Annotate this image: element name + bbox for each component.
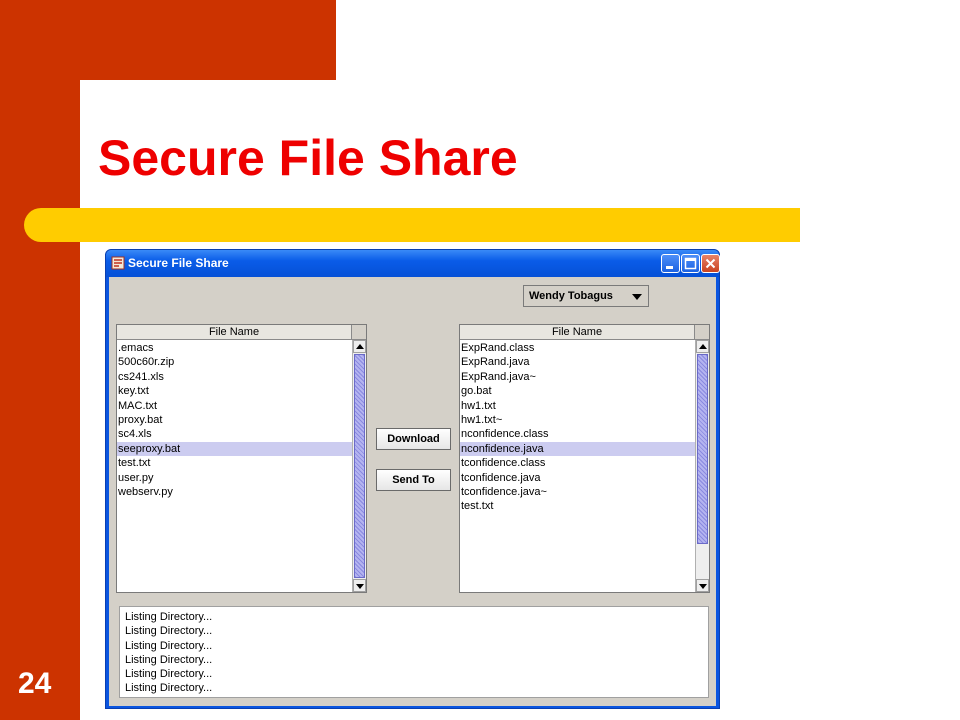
list-item[interactable]: test.txt	[460, 499, 695, 513]
slide-left-bar	[0, 0, 80, 720]
download-button[interactable]: Download	[376, 428, 451, 450]
header-corner	[352, 325, 366, 340]
log-line: Listing Directory...	[125, 625, 213, 638]
list-item[interactable]: seeproxy.bat	[117, 441, 352, 457]
scroll-down-button[interactable]	[696, 579, 709, 592]
list-item[interactable]: webserv.py	[117, 485, 352, 499]
send-to-button[interactable]: Send To	[376, 469, 451, 491]
local-file-list-header[interactable]: File Name	[117, 325, 352, 340]
header-corner	[695, 325, 709, 340]
maximize-button[interactable]	[681, 254, 700, 273]
slide-title: Secure File Share	[98, 130, 518, 186]
close-icon	[705, 258, 716, 269]
log-line: Listing Directory...	[125, 653, 213, 666]
local-file-list[interactable]: File Name .emacs 500c60r.zip cs241.xls key.…	[116, 324, 367, 593]
list-item[interactable]: hw1.txt	[460, 399, 695, 413]
slide-accent-bar	[24, 208, 800, 242]
list-item[interactable]: tconfidence.java	[460, 471, 695, 485]
slide-number: 24	[18, 667, 52, 700]
close-button[interactable]	[701, 254, 720, 273]
arrow-up-icon	[356, 344, 364, 349]
list-item[interactable]: tconfidence.java~	[460, 485, 695, 499]
remote-file-rows: ExpRand.class ExpRand.java ExpRand.java~ go…	[460, 341, 695, 514]
list-item[interactable]: hw1.txt~	[460, 413, 695, 427]
list-item[interactable]: ExpRand.class	[460, 341, 695, 355]
list-item[interactable]: nconfidence.java	[460, 441, 695, 457]
list-item[interactable]: ExpRand.java~	[460, 370, 695, 384]
minimize-icon	[666, 266, 673, 269]
local-file-scrollbar[interactable]	[352, 340, 366, 592]
list-item[interactable]: user.py	[117, 471, 352, 485]
user-select[interactable]: Wendy Tobagus	[523, 285, 649, 307]
minimize-button[interactable]	[661, 254, 680, 273]
list-item[interactable]: ExpRand.java	[460, 355, 695, 369]
list-item[interactable]: proxy.bat	[117, 413, 352, 427]
arrow-down-icon	[356, 584, 364, 589]
list-item[interactable]: tconfidence.class	[460, 456, 695, 470]
list-item[interactable]: cs241.xls	[117, 370, 352, 384]
local-file-rows: .emacs 500c60r.zip cs241.xls key.txt MAC.txt…	[117, 341, 352, 499]
chevron-down-icon	[632, 294, 642, 300]
user-select-value: Wendy Tobagus	[529, 290, 613, 302]
slide-top-bar	[0, 0, 336, 80]
remote-file-list-header[interactable]: File Name	[460, 325, 695, 340]
log-line: Listing Directory...	[125, 682, 213, 695]
remote-file-list[interactable]: File Name ExpRand.class ExpRand.java ExpRa…	[459, 324, 710, 593]
list-item[interactable]: MAC.txt	[117, 399, 352, 413]
list-item[interactable]: nconfidence.class	[460, 427, 695, 441]
scroll-down-button[interactable]	[353, 579, 366, 592]
log-line: Listing Directory...	[125, 668, 213, 681]
list-item[interactable]: .emacs	[117, 341, 352, 355]
window-titlebar[interactable]: Secure File Share	[106, 250, 720, 277]
window-title: Secure File Share	[128, 256, 229, 270]
status-log: Listing Directory... Listing Directory...…	[119, 606, 709, 698]
scroll-thumb[interactable]	[354, 354, 365, 578]
scroll-up-button[interactable]	[353, 340, 366, 353]
list-item[interactable]: key.txt	[117, 384, 352, 398]
list-item[interactable]: 500c60r.zip	[117, 355, 352, 369]
log-line: Listing Directory...	[125, 611, 213, 623]
arrow-up-icon	[699, 344, 707, 349]
scroll-up-button[interactable]	[696, 340, 709, 353]
list-item[interactable]: go.bat	[460, 384, 695, 398]
arrow-down-icon	[699, 584, 707, 589]
list-item[interactable]: test.txt	[117, 456, 352, 470]
maximize-icon	[684, 257, 697, 270]
scroll-thumb[interactable]	[697, 354, 708, 544]
app-icon	[111, 256, 125, 270]
log-line: Listing Directory...	[125, 639, 213, 652]
remote-file-scrollbar[interactable]	[695, 340, 709, 592]
list-item[interactable]: sc4.xls	[117, 427, 352, 441]
